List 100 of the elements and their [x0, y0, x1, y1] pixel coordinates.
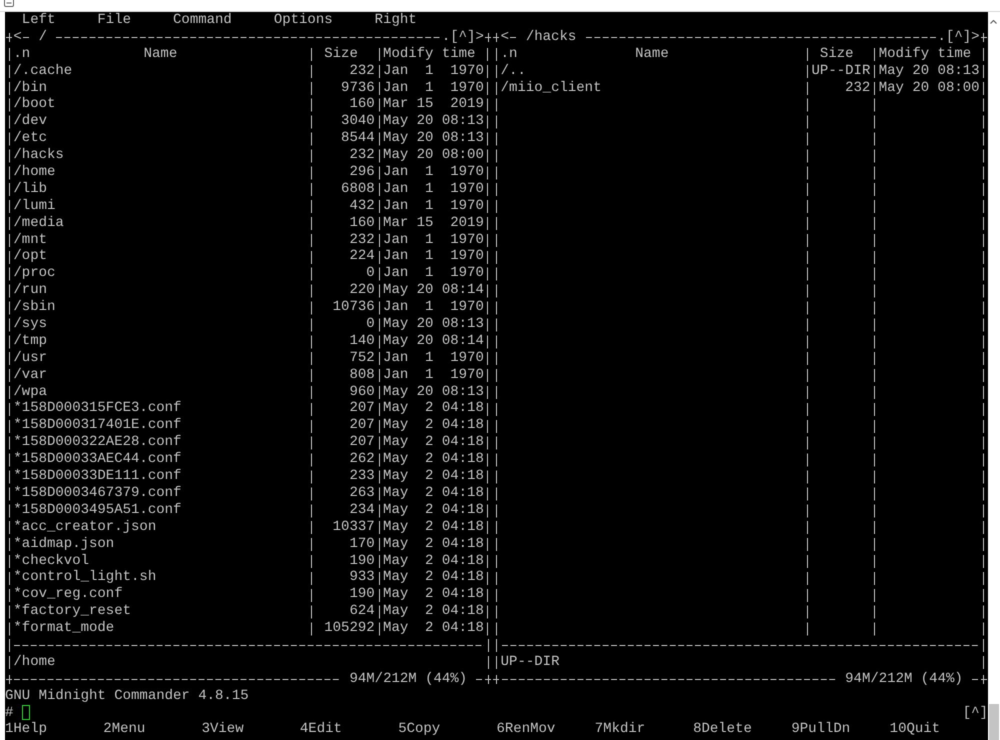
file-name[interactable]: /etc — [13, 130, 47, 148]
column-header[interactable]: Modify time — [878, 46, 972, 63]
file-size: 220 — [349, 282, 375, 300]
file-date: Jan 1 1970 — [383, 265, 484, 282]
column-header[interactable]: Name — [144, 46, 178, 63]
file-name[interactable]: /tmp — [13, 332, 47, 350]
function-key[interactable]: 4Edit — [300, 721, 342, 738]
file-name[interactable]: /mnt — [13, 232, 47, 248]
function-key[interactable]: 1Help — [5, 721, 48, 738]
file-size: 234 — [349, 502, 375, 519]
file-name[interactable]: /.cache — [13, 62, 72, 80]
file-size: 190 — [349, 586, 375, 604]
file-name[interactable]: *format_mode — [13, 620, 114, 637]
file-name[interactable]: /var — [13, 366, 47, 384]
function-key[interactable]: 2Menu — [103, 721, 146, 738]
file-name[interactable]: /media — [13, 214, 64, 232]
file-date: May 2 04:18 — [383, 484, 484, 502]
disk-usage: 94M/212M (44%) — [845, 670, 963, 688]
function-key[interactable]: 7Mkdir — [594, 721, 646, 738]
file-name[interactable]: /boot — [13, 96, 56, 114]
file-name[interactable]: /sys — [13, 316, 47, 333]
file-date: May 2 04:18 — [383, 417, 484, 434]
history-forward-button[interactable]: > — [971, 28, 980, 46]
menu-item[interactable]: Options — [274, 12, 333, 29]
file-date: May 20 08:14 — [383, 282, 484, 300]
file-name[interactable]: *158D0003467379.conf — [13, 484, 182, 502]
menu-item[interactable]: Right — [374, 12, 417, 29]
file-name[interactable]: *158D0003495A51.conf — [13, 502, 182, 519]
file-date: Jan 1 1970 — [383, 350, 484, 367]
file-name[interactable]: /wpa — [13, 384, 47, 400]
file-size: 160 — [349, 214, 375, 232]
history-forward-button[interactable]: > — [475, 28, 484, 46]
file-date: May 2 04:18 — [383, 569, 484, 586]
function-key[interactable]: 9PullDn — [791, 721, 850, 738]
command-history-button[interactable]: [^] — [962, 704, 988, 722]
scroll-up-button[interactable] — [989, 18, 998, 25]
file-size: 933 — [349, 569, 375, 586]
file-name[interactable]: /proc — [13, 265, 56, 282]
prompt-symbol: # — [5, 704, 14, 722]
column-header[interactable]: Size — [324, 46, 358, 63]
file-name[interactable]: /lib — [13, 180, 47, 198]
file-name[interactable]: /home — [13, 164, 56, 181]
file-name[interactable]: /sbin — [13, 299, 56, 316]
window-icon — [4, 0, 14, 7]
file-size: 808 — [349, 366, 375, 384]
file-size: 752 — [349, 350, 375, 367]
scrollbar-thumb[interactable] — [988, 704, 999, 740]
file-size: 232 — [845, 80, 870, 96]
function-key[interactable]: 5Copy — [398, 721, 440, 738]
file-date: May 20 08:13 — [383, 384, 484, 400]
history-button[interactable]: [^] — [946, 28, 972, 46]
hidden-files-toggle[interactable]: . — [938, 28, 946, 46]
sort-indicator[interactable]: .n — [500, 46, 518, 63]
hidden-files-toggle[interactable]: . — [442, 28, 450, 46]
function-key[interactable]: 3View — [202, 721, 244, 738]
file-date: May 20 08:00 — [878, 80, 980, 96]
file-name[interactable]: *158D000322AE28.conf — [13, 434, 182, 452]
column-header[interactable]: Modify time — [383, 46, 476, 63]
file-name[interactable]: /bin — [13, 80, 47, 96]
file-size: 140 — [349, 332, 375, 350]
file-name[interactable]: *158D000317401E.conf — [13, 417, 182, 434]
file-name[interactable]: /miio_client — [500, 80, 602, 96]
file-name[interactable]: *control_light.sh — [13, 569, 156, 586]
file-name[interactable]: /opt — [13, 248, 47, 266]
file-date: May 2 04:18 — [383, 451, 484, 468]
file-date: May 20 08:13 — [383, 130, 484, 148]
file-name[interactable]: /usr — [13, 350, 47, 367]
file-name[interactable]: *aidmap.json — [13, 536, 114, 552]
file-name[interactable]: *158D00033AEC44.conf — [13, 451, 182, 468]
function-key[interactable]: 8Delete — [693, 721, 752, 738]
file-size: 10736 — [332, 299, 375, 316]
history-back-button[interactable]: < — [13, 28, 22, 46]
column-header[interactable]: Name — [635, 46, 669, 63]
file-name[interactable]: *factory_reset — [13, 603, 132, 620]
menu-item[interactable]: Left — [22, 12, 56, 29]
file-name[interactable]: /hacks — [13, 147, 64, 164]
file-name[interactable]: /lumi — [13, 198, 56, 215]
function-key[interactable]: 10Quit — [890, 721, 940, 738]
file-size: 160 — [349, 96, 375, 114]
function-key[interactable]: 6RenMov — [496, 721, 556, 738]
file-name[interactable]: /dev — [13, 113, 47, 130]
file-name[interactable]: *cov_reg.conf — [13, 586, 123, 604]
file-name[interactable]: /run — [13, 282, 47, 300]
file-name[interactable]: /.. — [500, 62, 526, 80]
file-name[interactable]: *checkvol — [13, 552, 90, 570]
file-size: 232 — [349, 62, 375, 80]
file-name[interactable]: *158D00033DE111.conf — [13, 468, 182, 485]
file-name[interactable]: *158D000315FCE3.conf — [13, 400, 182, 418]
file-name[interactable]: *acc_creator.json — [13, 518, 156, 536]
sort-indicator[interactable]: .n — [13, 46, 30, 63]
history-button[interactable]: [^] — [450, 28, 476, 46]
file-date: May 2 04:18 — [383, 603, 484, 620]
menu-item[interactable]: Command — [173, 12, 232, 29]
file-date: Jan 1 1970 — [383, 299, 484, 316]
file-date: Jan 1 1970 — [383, 164, 484, 181]
file-date: Jan 1 1970 — [383, 180, 484, 198]
menu-item[interactable]: File — [97, 12, 132, 29]
file-size: 9736 — [341, 80, 375, 96]
column-header[interactable]: Size — [820, 46, 854, 63]
history-back-button[interactable]: < — [500, 28, 510, 46]
